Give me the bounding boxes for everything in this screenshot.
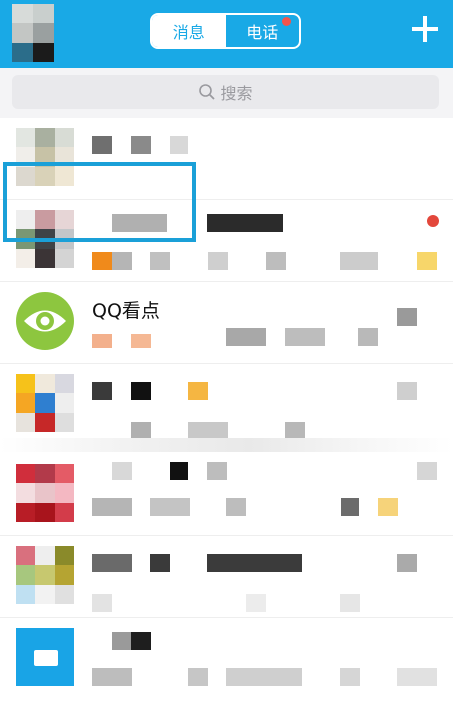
add-button[interactable]: [408, 12, 442, 46]
contact-avatar: [16, 464, 74, 522]
message-icon: [34, 650, 58, 666]
search-icon: [199, 84, 216, 100]
tab-calls[interactable]: 电话: [226, 15, 300, 47]
user-avatar[interactable]: [12, 4, 54, 62]
top-bar: 消息 电话: [0, 0, 453, 68]
search-placeholder: 搜索: [220, 84, 253, 103]
chat-row[interactable]: [0, 618, 453, 700]
message-call-switch: 消息 电话: [150, 13, 301, 49]
chat-row[interactable]: [0, 454, 453, 536]
contact-avatar: [16, 546, 74, 604]
calls-badge-dot: [282, 17, 291, 26]
tab-messages[interactable]: 消息: [152, 15, 226, 47]
tab-calls-label: 电话: [246, 23, 279, 42]
chat-row-qq-kandian[interactable]: QQ看点: [0, 282, 453, 364]
chat-name: QQ看点: [92, 300, 160, 322]
tab-messages-label: 消息: [172, 23, 205, 42]
search-input[interactable]: 搜索: [12, 75, 439, 109]
qq-kandian-avatar: [16, 292, 74, 350]
search-area: 搜索: [0, 68, 453, 118]
contact-avatar: [16, 374, 74, 432]
unread-dot: [427, 215, 439, 227]
chat-row[interactable]: [0, 364, 453, 446]
eye-icon: [24, 310, 66, 332]
contact-avatar: [16, 628, 74, 686]
scan-artifact: [0, 438, 453, 452]
plus-icon: [412, 16, 438, 42]
chat-row[interactable]: [0, 536, 453, 618]
qq-kandian-highlight-box: [3, 162, 196, 242]
